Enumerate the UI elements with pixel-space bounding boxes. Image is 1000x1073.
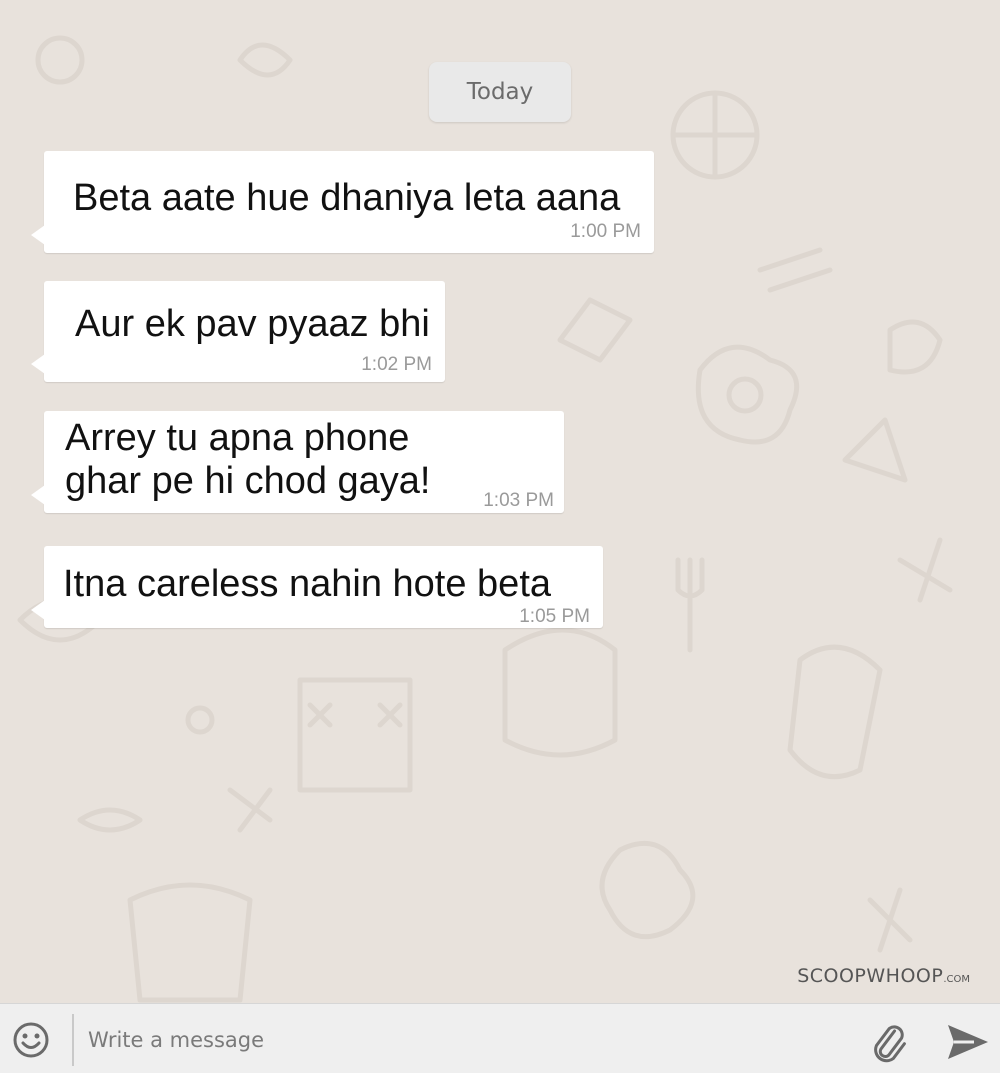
message-text: Beta aate hue dhaniya leta aana (73, 177, 621, 219)
message-text: Arrey tu apna phone (65, 417, 410, 459)
watermark-logo: SCOOPWHOOP.COM (797, 965, 970, 987)
bubble-tail (31, 354, 45, 374)
bubble-tail (31, 485, 45, 505)
watermark-suffix: .COM (943, 974, 970, 985)
date-label: Today (466, 79, 534, 105)
message-timestamp: 1:03 PM (483, 490, 554, 511)
bubble-tail (31, 225, 45, 245)
message-text: ghar pe hi chod gaya! (65, 460, 431, 502)
bubble-tail (31, 600, 45, 620)
message-input[interactable] (86, 1016, 850, 1064)
message-composer (0, 1003, 1000, 1073)
composer-divider (72, 1014, 74, 1066)
message-timestamp: 1:00 PM (570, 221, 641, 242)
message-text: Itna careless nahin hote beta (63, 563, 552, 605)
message-bubble[interactable]: Arrey tu apna phone ghar pe hi chod gaya… (31, 411, 564, 513)
chat-area[interactable]: Today Beta aate hue dhaniya leta aana 1:… (0, 0, 1000, 1003)
message-timestamp: 1:05 PM (519, 606, 590, 627)
watermark-brand: SCOOPWHOOP (797, 965, 944, 987)
message-timestamp: 1:02 PM (361, 354, 432, 375)
date-separator: Today (429, 62, 571, 122)
message-text: Aur ek pav pyaaz bhi (75, 303, 430, 345)
message-bubble[interactable]: Itna careless nahin hote beta 1:05 PM (31, 546, 603, 628)
message-bubble[interactable]: Beta aate hue dhaniya leta aana 1:00 PM (31, 151, 654, 253)
message-bubble[interactable]: Aur ek pav pyaaz bhi 1:02 PM (31, 281, 445, 382)
paperclip-icon[interactable] (866, 1020, 910, 1064)
send-arrow-icon[interactable] (944, 1022, 992, 1062)
smiley-icon[interactable] (12, 1021, 50, 1059)
